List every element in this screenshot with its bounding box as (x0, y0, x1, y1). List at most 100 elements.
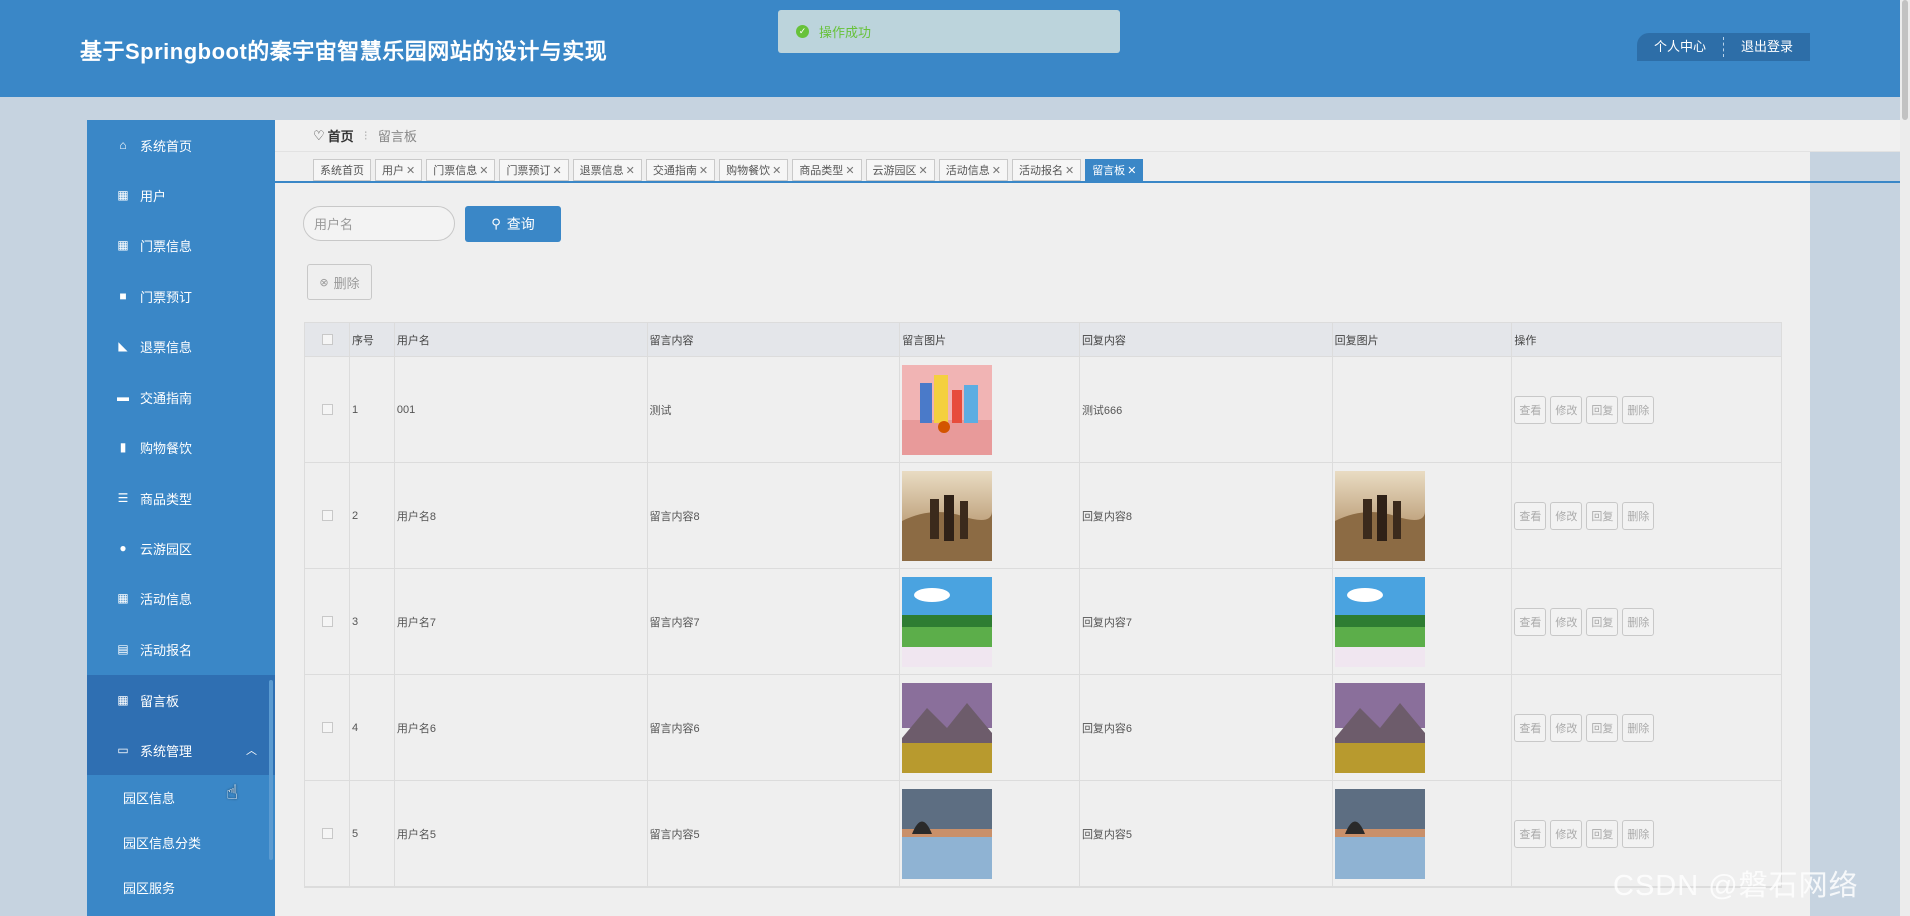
sidebar-item-activity-signup[interactable]: ▤ 活动报名 (87, 624, 275, 674)
hand-cursor-icon: ☝ (226, 782, 239, 804)
message-image[interactable] (902, 682, 993, 773)
message-image[interactable] (902, 470, 993, 561)
tab-label: 购物餐饮 (726, 165, 771, 177)
submenu-item-park-info[interactable]: 园区信息 (87, 775, 275, 820)
close-icon[interactable]: ✕ (992, 164, 1001, 177)
row-reply: 回复内容8 (1080, 463, 1333, 568)
sidebar-scrollbar-thumb[interactable] (269, 680, 273, 860)
submenu-item-park-info-category[interactable]: 园区信息分类 (87, 820, 275, 865)
sidebar-item-refund-info[interactable]: ◣ 退票信息 (87, 321, 275, 371)
row-checkbox[interactable] (322, 404, 334, 415)
submenu-item-park-service[interactable]: 园区服务 (87, 865, 275, 910)
logout-button[interactable]: 退出登录 (1724, 33, 1810, 61)
tab-activity-signup[interactable]: 活动报名 ✕ (1011, 159, 1082, 181)
sidebar-item-product-type[interactable]: ☰ 商品类型 (87, 473, 275, 523)
sidebar-item-home[interactable]: ⌂ 系统首页 (87, 120, 275, 170)
header-cell-username: 用户名 (395, 323, 648, 356)
breadcrumb-home[interactable]: 首页 (328, 126, 354, 145)
view-button[interactable]: 查看 (1514, 395, 1547, 424)
close-icon[interactable]: ✕ (845, 164, 854, 177)
close-icon[interactable]: ✕ (919, 164, 928, 177)
sidebar-item-label: 活动报名 (140, 642, 193, 658)
tab-cloud-park[interactable]: 云游园区 ✕ (865, 159, 935, 181)
delete-button[interactable]: 删除 (1622, 713, 1655, 742)
view-button[interactable]: 查看 (1514, 713, 1547, 742)
delete-button[interactable]: 删除 (1622, 819, 1655, 848)
username-search-input[interactable]: 用户名 (303, 206, 455, 241)
edit-button[interactable]: 修改 (1550, 713, 1583, 742)
close-icon[interactable]: ✕ (552, 164, 561, 177)
message-image[interactable] (902, 788, 993, 879)
tab-shopping-dining[interactable]: 购物餐饮 ✕ (719, 159, 789, 181)
reply-image[interactable] (1334, 682, 1425, 773)
row-checkbox[interactable] (322, 616, 334, 627)
sidebar-item-ticket-booking[interactable]: ■ 门票预订 (87, 271, 275, 321)
monitor-icon: ▭ (117, 743, 129, 757)
sidebar-item-transport-guide[interactable]: ▬ 交通指南 (87, 372, 275, 422)
reply-button[interactable]: 回复 (1586, 819, 1619, 848)
message-image[interactable] (902, 576, 993, 667)
batch-delete-button[interactable]: ⊗ 删除 (307, 264, 372, 300)
row-checkbox[interactable] (322, 828, 334, 839)
tab-home[interactable]: 系统首页 (313, 159, 371, 181)
toast-message: 操作成功 (819, 25, 872, 40)
row-select-cell (305, 357, 350, 462)
close-icon[interactable]: ✕ (406, 164, 415, 177)
table-row: 3 用户名7 留言内容7 回复内容7 查看 修改 回复 删除 (305, 569, 1781, 675)
tab-activity-info[interactable]: 活动信息 ✕ (938, 159, 1008, 181)
table-header: 序号 用户名 留言内容 留言图片 回复内容 回复图片 操作 (305, 323, 1781, 357)
view-button[interactable]: 查看 (1514, 501, 1547, 530)
row-actions: 查看 修改 回复 删除 (1512, 463, 1781, 568)
view-button[interactable]: 查看 (1514, 607, 1547, 636)
edit-button[interactable]: 修改 (1550, 607, 1583, 636)
sidebar-item-users[interactable]: ▦ 用户 (87, 170, 275, 220)
message-image[interactable] (902, 364, 993, 455)
reply-image[interactable] (1334, 470, 1425, 561)
delete-button[interactable]: 删除 (1622, 395, 1655, 424)
tab-ticket-info[interactable]: 门票信息 ✕ (426, 159, 496, 181)
tab-users[interactable]: 用户 ✕ (375, 159, 423, 181)
edit-button[interactable]: 修改 (1550, 501, 1583, 530)
sidebar-item-message-board[interactable]: ▦ 留言板 (87, 675, 275, 725)
sidebar-item-activity-info[interactable]: ▦ 活动信息 (87, 573, 275, 623)
edit-button[interactable]: 修改 (1550, 819, 1583, 848)
tab-transport-guide[interactable]: 交通指南 ✕ (645, 159, 716, 181)
delete-button[interactable]: 删除 (1622, 501, 1655, 530)
query-button[interactable]: ⚲ 查询 (465, 206, 561, 242)
reply-button[interactable]: 回复 (1586, 713, 1619, 742)
delete-button[interactable]: 删除 (1622, 607, 1655, 636)
close-icon[interactable]: ✕ (626, 164, 635, 177)
reply-image[interactable] (1334, 788, 1425, 879)
edit-button[interactable]: 修改 (1550, 395, 1583, 424)
row-image (900, 357, 1080, 462)
sidebar-item-shopping-dining[interactable]: ▮ 购物餐饮 (87, 422, 275, 472)
header-cell-content: 留言内容 (648, 323, 901, 356)
sidebar-item-ticket-info[interactable]: ▦ 门票信息 (87, 220, 275, 270)
sidebar-item-system-management[interactable]: ▭ 系统管理 ︿ (87, 725, 275, 775)
sidebar-scrollbar[interactable] (269, 120, 273, 916)
reply-button[interactable]: 回复 (1586, 501, 1619, 530)
reply-button[interactable]: 回复 (1586, 395, 1619, 424)
reply-button[interactable]: 回复 (1586, 607, 1619, 636)
page-scrollbar-thumb[interactable] (1902, 0, 1908, 120)
close-icon[interactable]: ✕ (479, 164, 488, 177)
header-actions: 个人中心 退出登录 (1637, 33, 1811, 61)
tab-ticket-booking[interactable]: 门票预订 ✕ (499, 159, 569, 181)
tab-message-board[interactable]: 留言板 ✕ (1085, 159, 1144, 181)
profile-button[interactable]: 个人中心 (1637, 33, 1723, 61)
select-all-checkbox[interactable] (322, 334, 334, 345)
table-row: 5 用户名5 留言内容5 回复内容5 查看 修改 回复 删除 (305, 781, 1781, 887)
view-button[interactable]: 查看 (1514, 819, 1547, 848)
close-icon[interactable]: ✕ (772, 164, 781, 177)
close-icon[interactable]: ✕ (1065, 164, 1074, 177)
close-icon[interactable]: ✕ (1127, 164, 1136, 177)
tab-refund-info[interactable]: 退票信息 ✕ (572, 159, 642, 181)
tab-product-type[interactable]: 商品类型 ✕ (792, 159, 862, 181)
close-icon[interactable]: ✕ (699, 164, 708, 177)
sidebar-item-cloud-park[interactable]: ● 云游园区 (87, 523, 275, 573)
reply-image[interactable] (1334, 576, 1425, 667)
page-scrollbar[interactable] (1900, 0, 1910, 916)
search-icon: ⚲ (491, 216, 501, 231)
row-checkbox[interactable] (322, 510, 334, 521)
row-checkbox[interactable] (322, 722, 334, 733)
